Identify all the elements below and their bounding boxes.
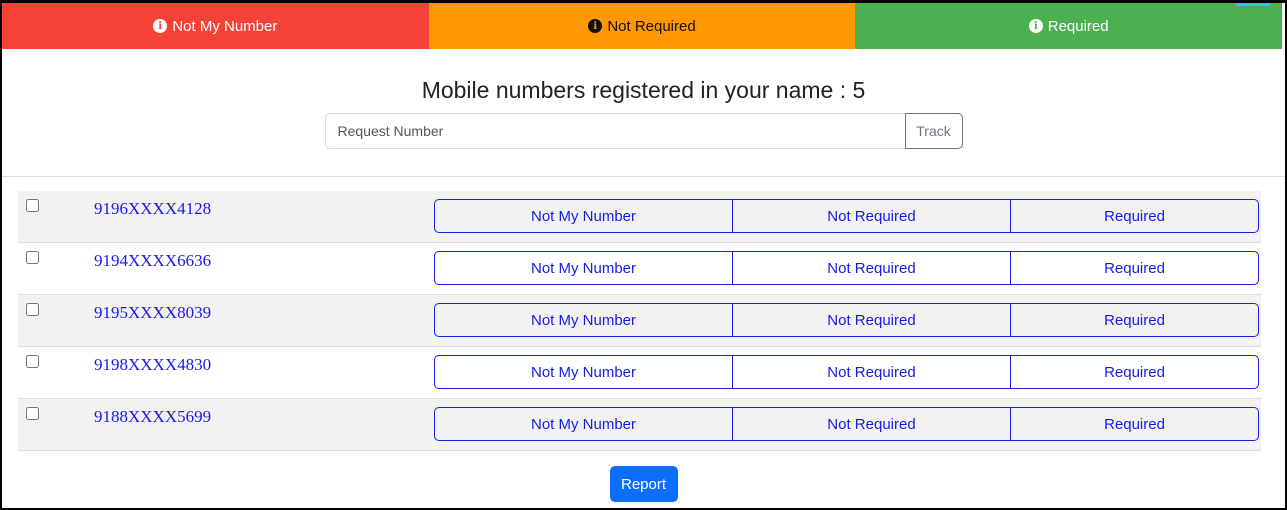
- request-number-input[interactable]: [324, 113, 905, 149]
- not-required-button[interactable]: Not Required: [733, 199, 1011, 233]
- required-button[interactable]: Required: [1011, 199, 1259, 233]
- info-icon: i: [1028, 19, 1043, 33]
- required-button[interactable]: Required: [1011, 251, 1259, 285]
- info-icon: i: [153, 19, 168, 33]
- required-button[interactable]: Required: [1011, 355, 1259, 389]
- not-my-number-button[interactable]: Not My Number: [434, 251, 733, 285]
- info-icon: i: [588, 19, 603, 33]
- action-button-group: Not My Number Not Required Required: [434, 251, 1259, 285]
- mobile-number-link[interactable]: 9194XXXX6636: [94, 251, 434, 294]
- legend-bar: i Not My Number i Not Required i Require…: [2, 3, 1283, 49]
- row-checkbox[interactable]: [26, 303, 39, 316]
- not-required-button[interactable]: Not Required: [733, 407, 1011, 441]
- action-button-group: Not My Number Not Required Required: [434, 303, 1259, 337]
- legend-label: Required: [1047, 17, 1109, 35]
- not-required-button[interactable]: Not Required: [733, 251, 1011, 285]
- scroll-indicator: [1235, 3, 1271, 6]
- required-button[interactable]: Required: [1011, 303, 1259, 337]
- legend-label: Not My Number: [172, 17, 278, 35]
- legend-label: Not Required: [607, 17, 696, 35]
- legend-required[interactable]: i Required: [855, 3, 1283, 49]
- mobile-number-link[interactable]: 9188XXXX5699: [94, 407, 434, 450]
- search-row: Track: [2, 113, 1285, 149]
- action-button-group: Not My Number Not Required Required: [434, 355, 1259, 389]
- not-my-number-button[interactable]: Not My Number: [434, 407, 733, 441]
- table-row: 9194XXXX6636 Not My Number Not Required Req…: [18, 243, 1261, 295]
- page-title: Mobile numbers registered in your name :…: [421, 77, 866, 103]
- not-my-number-button[interactable]: Not My Number: [434, 355, 733, 389]
- table-row: 9188XXXX5699 Not My Number Not Required Req…: [18, 399, 1261, 451]
- not-required-button[interactable]: Not Required: [733, 355, 1011, 389]
- legend-not-required[interactable]: i Not Required: [428, 3, 856, 49]
- row-checkbox[interactable]: [26, 355, 39, 368]
- not-my-number-button[interactable]: Not My Number: [434, 303, 733, 337]
- report-button[interactable]: Report: [609, 466, 678, 502]
- legend-not-my-number[interactable]: i Not My Number: [2, 3, 429, 49]
- row-checkbox[interactable]: [26, 407, 39, 420]
- track-button[interactable]: Track: [904, 113, 963, 149]
- action-button-group: Not My Number Not Required Required: [434, 407, 1259, 441]
- mobile-number-link[interactable]: 9198XXXX4830: [94, 355, 434, 398]
- mobile-number-link[interactable]: 9196XXXX4128: [94, 199, 434, 242]
- required-button[interactable]: Required: [1011, 407, 1259, 441]
- footer: Report: [2, 466, 1285, 502]
- not-my-number-button[interactable]: Not My Number: [434, 199, 733, 233]
- mobile-number-link[interactable]: 9195XXXX8039: [94, 303, 434, 346]
- table-row: 9196XXXX4128 Not My Number Not Required Req…: [18, 191, 1261, 243]
- page-header: Mobile numbers registered in your name :…: [2, 49, 1285, 177]
- number-list: 9196XXXX4128 Not My Number Not Required Req…: [18, 191, 1261, 451]
- action-button-group: Not My Number Not Required Required: [434, 199, 1259, 233]
- table-row: 9198XXXX4830 Not My Number Not Required Req…: [18, 347, 1261, 399]
- row-checkbox[interactable]: [26, 251, 39, 264]
- row-checkbox[interactable]: [26, 199, 39, 212]
- not-required-button[interactable]: Not Required: [733, 303, 1011, 337]
- table-row: 9195XXXX8039 Not My Number Not Required Req…: [18, 295, 1261, 347]
